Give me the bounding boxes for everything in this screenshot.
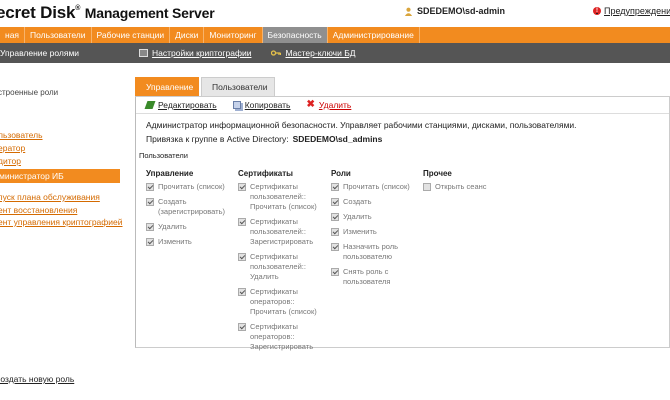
sub-nav: Управление ролями Настройки криптографии… — [0, 43, 670, 63]
panel-tabs: Управление Пользователи — [135, 77, 275, 96]
perm-item: Назначить роль пользователю — [331, 242, 423, 262]
perm-checkbox[interactable] — [146, 223, 154, 231]
nav-tab-workstations[interactable]: Рабочие станции — [92, 27, 171, 43]
app-logo: ecret Disk® Management Server — [0, 3, 215, 22]
perm-checkbox[interactable] — [331, 243, 339, 251]
perm-checkbox[interactable] — [423, 183, 431, 191]
perm-item: Создать (зарегистрировать) — [146, 197, 238, 217]
perm-column-header: Роли — [331, 169, 351, 178]
perm-item: Удалить — [331, 212, 423, 222]
delete-button[interactable]: ✖ Удалить — [306, 99, 352, 111]
perm-checkbox[interactable] — [331, 228, 339, 236]
perm-item: Сертификаты пользователей:: Удалить — [238, 252, 328, 282]
role-link-maintenance[interactable]: пуск плана обслуживания — [0, 192, 100, 202]
warning-icon: ! — [593, 7, 601, 15]
subnav-manage-roles[interactable]: Управление ролями — [0, 48, 79, 58]
role-link-crypto-management[interactable]: ент управления криптографией — [0, 217, 123, 227]
current-user[interactable]: SDEDEMO\sd-admin — [404, 6, 505, 16]
perm-column-roles: Роли Прочитать (список) Создать Удалить … — [331, 169, 423, 292]
role-details-panel: Редактировать Копировать ✖ Удалить Админ… — [135, 96, 670, 351]
subnav-master-keys-label: Мастер-ключи БД — [285, 48, 356, 58]
tab-users[interactable]: Пользователи — [201, 77, 275, 96]
subnav-manage-roles-label: Управление ролями — [0, 48, 80, 58]
copy-icon — [232, 101, 241, 109]
perm-item: Удалить — [146, 222, 238, 232]
role-link-operator[interactable]: ератор — [0, 143, 25, 153]
key-icon — [271, 50, 282, 56]
warnings-link[interactable]: ! Предупреждения — [593, 6, 670, 16]
perm-item: Изменить — [146, 237, 238, 247]
copy-button[interactable]: Копировать — [232, 100, 291, 110]
subnav-crypto-settings-label: Настройки криптографии — [152, 48, 252, 58]
app-header: ecret Disk® Management Server SDEDEMO\sd… — [0, 0, 670, 26]
perm-checkbox[interactable] — [146, 183, 154, 191]
nav-tab-security[interactable]: Безопасность — [262, 27, 328, 43]
role-link-recovery[interactable]: ент восстановления — [0, 205, 77, 215]
builtin-roles-title: строенные роли — [0, 88, 59, 97]
perm-checkbox[interactable] — [331, 198, 339, 206]
nav-tab-users[interactable]: Пользователи — [25, 27, 92, 43]
main-nav: ная Пользователи Рабочие станции Диски М… — [0, 27, 670, 43]
perm-item: Сертификаты пользователей:: Зарегистриро… — [238, 217, 328, 247]
perm-item: Сертификаты пользователей:: Прочитать (с… — [238, 182, 328, 212]
perm-column-header: Сертификаты — [238, 169, 293, 178]
edit-button-label: Редактировать — [158, 100, 217, 110]
perm-item: Открыть сеанс — [423, 182, 513, 192]
ad-binding-label: Привязка к группе в Active Directory: — [146, 134, 289, 144]
perm-item: Сертификаты операторов:: Прочитать (спис… — [238, 287, 328, 317]
ad-binding-value: SDEDEMO\sd_admins — [292, 134, 383, 144]
copy-button-label: Копировать — [244, 100, 291, 110]
user-icon — [404, 7, 413, 16]
perm-item: Прочитать (список) — [331, 182, 423, 192]
perm-item: Сертификаты операторов:: Зарегистрироват… — [238, 322, 328, 352]
role-item-security-admin[interactable]: министратор ИБ — [0, 169, 120, 183]
subnav-master-keys[interactable]: Мастер-ключи БД — [271, 48, 356, 58]
nav-tab-administration[interactable]: Администрирование — [328, 27, 420, 43]
perm-checkbox[interactable] — [331, 268, 339, 276]
create-role-link[interactable]: создать новую роль — [0, 374, 74, 384]
edit-button[interactable]: Редактировать — [144, 100, 217, 110]
perm-column-other: Прочее Открыть сеанс — [423, 169, 513, 197]
ad-binding: Привязка к группе в Active Directory: SDE… — [146, 134, 382, 144]
nav-tab-home[interactable]: ная — [0, 27, 26, 43]
perm-column-certificates: Сертификаты Сертификаты пользователей:: … — [238, 169, 328, 357]
perm-column-header: Прочее — [423, 169, 452, 178]
perm-item: Изменить — [331, 227, 423, 237]
role-description: Администратор информационной безопасност… — [146, 120, 577, 130]
users-section-label: Пользователи — [139, 151, 188, 160]
role-link-auditor[interactable]: дитор — [0, 156, 21, 166]
perm-checkbox[interactable] — [331, 183, 339, 191]
perm-checkbox[interactable] — [238, 288, 246, 296]
perm-checkbox[interactable] — [238, 218, 246, 226]
delete-button-label: Удалить — [318, 100, 352, 110]
perm-column-header: Управление — [146, 169, 194, 178]
tab-management[interactable]: Управление — [135, 77, 199, 96]
perm-checkbox[interactable] — [238, 183, 246, 191]
perm-item: Прочитать (список) — [146, 182, 238, 192]
warnings-label: Предупреждения — [604, 6, 670, 16]
perm-item: Снять роль с пользователя — [331, 267, 423, 287]
role-toolbar: Редактировать Копировать ✖ Удалить — [136, 97, 669, 114]
perm-checkbox[interactable] — [331, 213, 339, 221]
perm-item: Создать — [331, 197, 423, 207]
perm-checkbox[interactable] — [238, 323, 246, 331]
perm-checkbox[interactable] — [238, 253, 246, 261]
delete-icon: ✖ — [306, 99, 315, 110]
role-link-user[interactable]: льзователь — [0, 130, 43, 140]
pencil-icon — [144, 101, 156, 109]
nav-tab-monitoring[interactable]: Мониторинг — [204, 27, 263, 43]
settings-page-icon — [139, 49, 149, 57]
current-user-name: SDEDEMO\sd-admin — [417, 6, 506, 16]
perm-checkbox[interactable] — [146, 238, 154, 246]
nav-tab-disks[interactable]: Диски — [170, 27, 205, 43]
subnav-crypto-settings[interactable]: Настройки криптографии — [139, 48, 251, 58]
perm-checkbox[interactable] — [146, 198, 154, 206]
perm-column-management: Управление Прочитать (список) Создать (з… — [146, 169, 238, 252]
